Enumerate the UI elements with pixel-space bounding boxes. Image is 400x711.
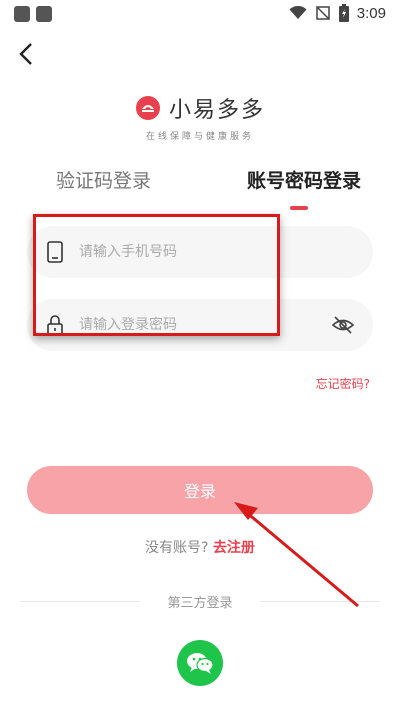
register-question: 没有账号? (145, 540, 209, 556)
register-link[interactable]: 去注册 (213, 540, 255, 556)
eye-off-icon[interactable] (331, 313, 355, 337)
system-icons: 3:09 (289, 4, 386, 22)
annotation-highlight-box (33, 214, 280, 336)
app-name: 小易多多 (168, 98, 265, 123)
wechat-icon (187, 653, 214, 674)
active-tab-indicator (290, 206, 308, 210)
notification-icon (36, 6, 52, 22)
tab-password-login[interactable]: 账号密码登录 (247, 166, 361, 193)
status-bar: 3:09 (0, 0, 400, 28)
clock: 3:09 (356, 4, 386, 22)
notification-icon (14, 6, 30, 22)
logo-icon (135, 96, 160, 120)
chevron-left-icon (19, 43, 32, 65)
wechat-login-button[interactable] (177, 640, 223, 686)
login-button[interactable]: 登录 (27, 466, 373, 514)
tab-sms-login[interactable]: 验证码登录 (56, 166, 151, 193)
battery-icon (338, 4, 349, 22)
app-logo: 小易多多 在线保障与健康服务 (0, 92, 400, 142)
app-tagline: 在线保障与健康服务 (145, 132, 254, 142)
back-button[interactable] (10, 38, 42, 70)
register-row: 没有账号? 去注册 (0, 537, 400, 557)
divider-line (260, 601, 380, 602)
notification-icons (14, 6, 52, 22)
third-party-divider: 第三方登录 (20, 592, 380, 612)
forgot-password-link[interactable]: 忘记密码? (316, 375, 370, 392)
no-signal-icon (316, 6, 330, 20)
wifi-icon (289, 6, 307, 19)
